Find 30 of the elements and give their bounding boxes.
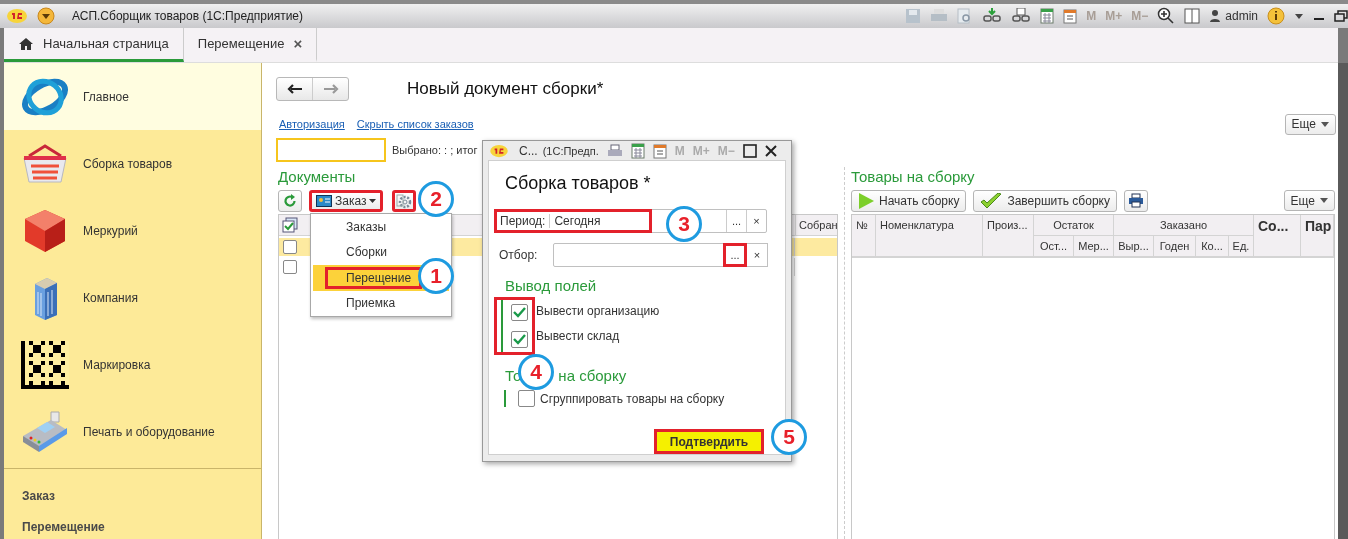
filter-label: Отбор: <box>499 248 539 262</box>
section-title: Вывод полей <box>505 277 598 295</box>
checkbox-label: Сгруппировать товары на сборку <box>540 390 725 407</box>
selection-info: Выбрано: : ; итог <box>392 144 478 156</box>
column-header: Годен <box>1154 236 1196 257</box>
dialog-heading: Сборка товаров * <box>505 173 652 195</box>
column-header: Со... <box>1254 215 1301 257</box>
panel-title: Товары на сборку <box>851 168 975 186</box>
column-header: № <box>852 215 876 257</box>
dialog-title: С... <box>519 143 538 158</box>
window-title: АСП.Сборщик товаров (1С:Предприятие) <box>72 9 304 23</box>
checkbox-label: Вывести склад <box>536 328 621 344</box>
column-header: Пар <box>1301 215 1334 257</box>
column-header: Номенклатура <box>876 215 983 257</box>
column-header: Ед. <box>1229 236 1254 257</box>
section-title: на сборку <box>558 367 627 385</box>
column-header: Ост... <box>1034 236 1074 257</box>
page-title: Новый документ сборки* <box>407 79 604 99</box>
column-header: Произ... <box>983 215 1034 257</box>
column-header: Заказано <box>1114 215 1254 236</box>
checkbox-label: Вывести организацию <box>536 303 660 319</box>
period-value: Сегодня <box>553 214 601 228</box>
column-header: Собран <box>795 215 837 235</box>
column-header: Ко... <box>1196 236 1229 257</box>
panel-title: Документы <box>278 168 356 186</box>
column-header: Остаток <box>1034 215 1114 236</box>
dialog-app-name: (1С:Предп. <box>542 144 599 157</box>
period-label: Период: <box>497 214 551 228</box>
column-header: Выр... <box>1114 236 1154 257</box>
column-header: Мер... <box>1074 236 1114 257</box>
